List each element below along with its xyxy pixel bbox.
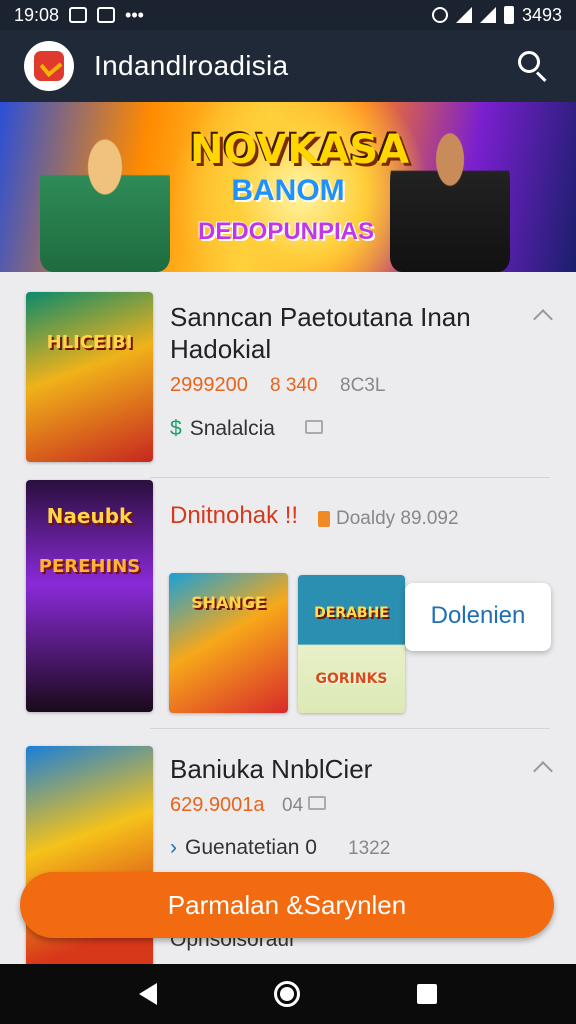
item-meta-2: 8C3L (340, 375, 386, 396)
item-title: Dnitnohak !! (170, 502, 299, 529)
item-meta: Doaldy 89.092 (318, 508, 459, 530)
item-meta: 8 340 (270, 375, 318, 396)
item-thumbnail[interactable]: Naeubk PEREHINS (26, 480, 153, 712)
app-bar: Indandlroadisia (0, 30, 576, 102)
dots-icon: ••• (125, 4, 144, 25)
item-seller: › Guenatetian 0 (170, 836, 317, 859)
item-title: Baniuka NnblCier (170, 754, 373, 784)
notification-icon (69, 7, 88, 23)
related-thumbnail[interactable]: SHANGE (169, 573, 288, 713)
banner-title: NOVKASA (190, 127, 410, 173)
tag-icon (308, 796, 326, 810)
product-list: HLICEIBI Sanncan Paetoutana Inan Hadokia… (0, 272, 576, 964)
battery-level: 3493 (521, 4, 562, 25)
chevron-up-icon[interactable] (533, 761, 553, 781)
item-meta: 04 (282, 795, 304, 816)
message-icon (97, 7, 116, 23)
dolenien-button[interactable]: Dolenien (410, 596, 546, 636)
divider (150, 728, 550, 729)
item-seller: $ Snalalcia (170, 417, 275, 440)
app-logo[interactable] (24, 41, 74, 91)
banner-hero-left (40, 122, 170, 272)
chevron-up-icon[interactable] (533, 309, 553, 329)
item-price: 629.9001a (170, 794, 265, 816)
box-icon (318, 510, 330, 527)
primary-cta-button[interactable]: Parmalan &Sarynlen (20, 872, 554, 938)
status-bar: 19:08 ••• 3493 (0, 0, 576, 30)
search-icon (518, 51, 540, 73)
item-thumbnail[interactable]: HLICEIBI (26, 292, 153, 462)
related-thumbnail[interactable]: DERABHE GORINKS (298, 575, 405, 713)
app-title: Indandlroadisia (94, 50, 289, 81)
search-button[interactable] (512, 46, 552, 86)
signal-icon (479, 7, 496, 23)
list-item[interactable]: Naeubk PEREHINS Dnitnohak !! Doaldy 89.0… (0, 478, 576, 728)
promo-banner[interactable]: NOVKASA BANOM DEDOPUNPIAS (0, 102, 576, 272)
battery-icon (503, 6, 514, 24)
item-subtitle: Hadokial (170, 334, 272, 364)
seller-icon: › (170, 836, 177, 859)
recents-icon[interactable] (417, 984, 438, 1004)
status-time: 19:08 (14, 4, 60, 25)
item-price: 2999200 (170, 374, 248, 396)
back-icon[interactable] (138, 983, 157, 1005)
item-seller-meta: 1322 (348, 838, 391, 859)
tag-icon (305, 420, 323, 434)
banner-subtitle: BANOM (231, 174, 345, 207)
banner-tagline: DEDOPUNPIAS (197, 218, 375, 245)
home-icon[interactable] (273, 981, 300, 1007)
alarm-icon (431, 7, 448, 23)
system-nav-bar (0, 964, 576, 1024)
list-item[interactable]: HLICEIBI Sanncan Paetoutana Inan Hadokia… (0, 272, 576, 472)
seller-icon: $ (170, 417, 182, 440)
item-title: Sanncan Paetoutana Inan (170, 302, 471, 332)
wifi-icon (455, 7, 472, 23)
logo-check-icon (34, 51, 64, 81)
